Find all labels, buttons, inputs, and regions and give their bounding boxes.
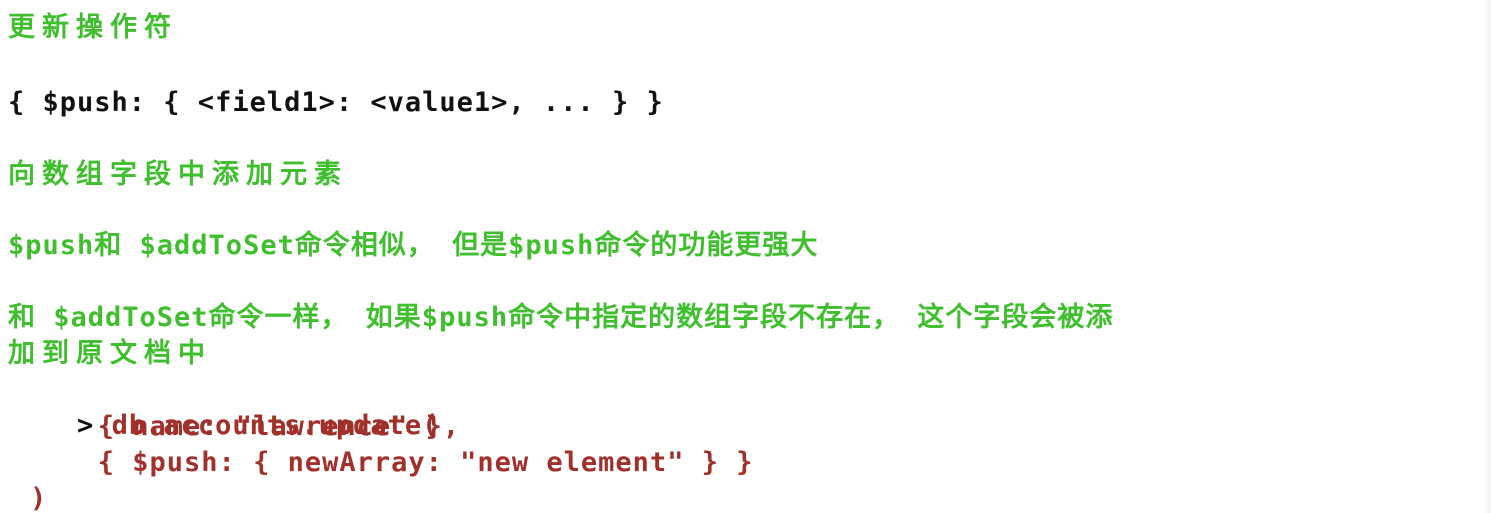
description-comparison: $push和 $addToSet命令相似， 但是$push命令的功能更强大 <box>8 230 819 261</box>
slide: 更新操作符 { $push: { <field1>: <value1>, ...… <box>0 0 1491 513</box>
right-edge-shadow <box>1483 0 1491 513</box>
description-add-element: 向数组字段中添加元素 <box>8 159 348 190</box>
page-title: 更新操作符 <box>8 12 178 43</box>
code-push-update: { $push: { newArray: "new element" } } <box>46 447 754 478</box>
code-close-paren: ) <box>30 483 48 513</box>
code-query-filter: { name: "lawrence" }, <box>46 411 461 442</box>
description-field-missing-line1: 和 $addToSet命令一样， 如果$push命令中指定的数组字段不存在， 这… <box>8 302 1114 333</box>
description-field-missing-line2: 加到原文档中 <box>8 338 212 369</box>
push-syntax: { $push: { <field1>: <value1>, ... } } <box>8 87 664 118</box>
